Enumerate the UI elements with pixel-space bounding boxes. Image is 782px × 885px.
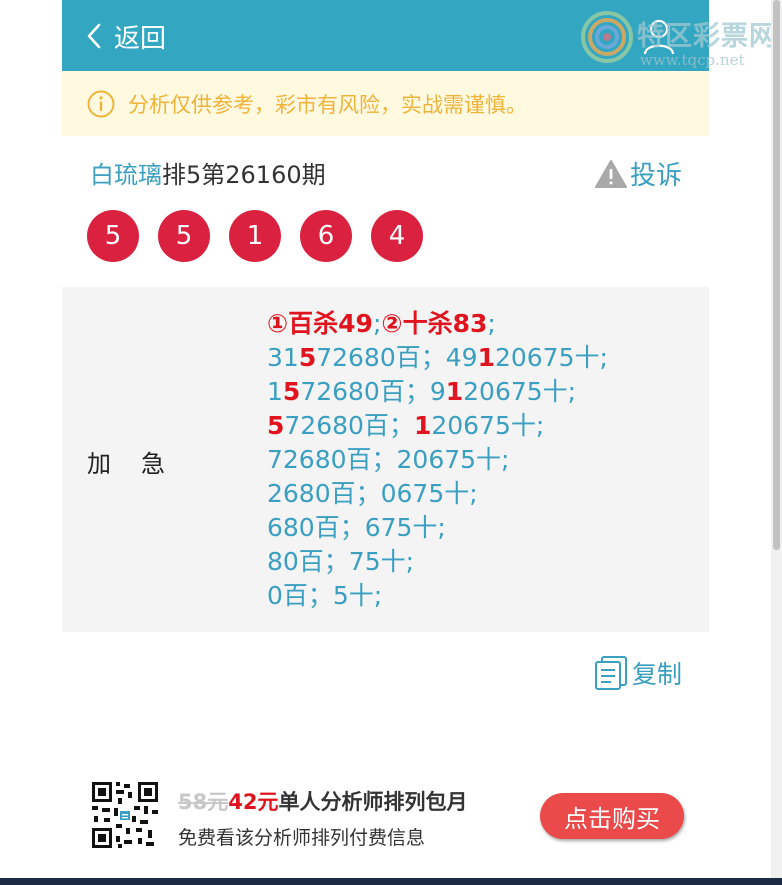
- subscription-promo: 58元42元单人分析师排列包月 免费看该分析师排列付费信息 点击购买: [90, 780, 690, 850]
- issue-title-row: 白琉璃排5第26160期 投诉: [90, 155, 690, 195]
- analysis-content: ①百杀49;②十杀83; 31572680百；49120675十; 157268…: [267, 307, 697, 613]
- promo-title: 单人分析师排列包月: [278, 790, 468, 814]
- qr-code-icon: [90, 780, 160, 850]
- result-ball: 1: [229, 210, 281, 262]
- result-ball: 5: [158, 210, 210, 262]
- line-highlight: 5: [282, 377, 301, 406]
- analyst-name-link[interactable]: 白琉璃: [90, 161, 162, 189]
- line-highlight: 1: [445, 377, 464, 406]
- warning-icon: [594, 159, 627, 188]
- line-text: 72680百；49: [316, 343, 478, 372]
- info-icon: [87, 90, 115, 117]
- scrollbar-thumb[interactable]: [773, 0, 780, 550]
- copy-button[interactable]: 复制: [594, 655, 682, 691]
- result-ball: 5: [87, 210, 139, 262]
- line-highlight: 1: [413, 411, 432, 440]
- draw-result-balls: 5 5 1 6 4: [87, 210, 442, 262]
- analysis-line: 572680百；120675十;: [267, 409, 697, 443]
- kill-tens: ②十杀83: [381, 309, 488, 338]
- analysis-line: 680百；675十;: [267, 513, 446, 542]
- line-text: 1: [267, 377, 283, 406]
- analysis-line: 80百；75十;: [267, 547, 415, 576]
- line-text: 72680百；9: [300, 377, 446, 406]
- bottom-bar: [0, 878, 782, 885]
- user-icon[interactable]: [642, 16, 676, 56]
- result-ball: 4: [371, 210, 423, 262]
- line-text: 20675十;: [494, 343, 608, 372]
- old-price: 58元: [178, 790, 229, 814]
- line-highlight: 5: [267, 411, 285, 440]
- analysis-line: 0百；5十;: [267, 581, 383, 610]
- back-chevron-icon: [87, 23, 101, 49]
- notice-text: 分析仅供参考，彩市有风险，实战需谨慎。: [128, 92, 527, 117]
- line-text: 31: [267, 343, 299, 372]
- back-button[interactable]: 返回: [84, 16, 166, 56]
- vertical-scrollbar[interactable]: [771, 0, 782, 878]
- line-highlight: 5: [298, 343, 317, 372]
- analysis-tag: 加急: [87, 450, 195, 478]
- new-price: 42元: [228, 790, 279, 814]
- issue-text: 排5第26160期: [162, 161, 326, 189]
- page: 返回 分析仅供参考，彩市有风险，实战需谨慎。 白琉璃排5第26160期 投诉 5…: [62, 0, 709, 885]
- separator: ;: [487, 309, 496, 338]
- line-text: 72680百；: [284, 411, 414, 440]
- analysis-line: 2680百；0675十;: [267, 479, 478, 508]
- buy-button[interactable]: 点击购买: [540, 793, 684, 839]
- analysis-box: 加急 ①百杀49;②十杀83; 31572680百；49120675十; 157…: [62, 287, 709, 632]
- line-text: 20675十;: [431, 411, 545, 440]
- promo-subtitle: 免费看该分析师排列付费信息: [178, 827, 426, 849]
- back-label: 返回: [114, 23, 167, 54]
- analysis-headline: ①百杀49;②十杀83;: [267, 307, 697, 341]
- promo-price-line: 58元42元单人分析师排列包月: [178, 786, 467, 816]
- line-highlight: 1: [477, 343, 495, 372]
- analysis-line: 72680百；20675十;: [267, 445, 510, 474]
- risk-notice: 分析仅供参考，彩市有风险，实战需谨慎。: [62, 71, 709, 136]
- copy-document-icon: [595, 656, 627, 690]
- analysis-line: 31572680百；49120675十;: [267, 341, 697, 375]
- result-ball: 6: [300, 210, 352, 262]
- kill-hundreds: ①百杀49: [267, 309, 373, 338]
- copy-label: 复制: [632, 660, 683, 689]
- header-bar: 返回: [62, 0, 709, 71]
- complain-label: 投诉: [629, 161, 682, 191]
- complain-button[interactable]: 投诉: [594, 155, 682, 192]
- line-text: 20675十;: [463, 377, 577, 406]
- analysis-line: 1572680百；9120675十;: [267, 375, 697, 409]
